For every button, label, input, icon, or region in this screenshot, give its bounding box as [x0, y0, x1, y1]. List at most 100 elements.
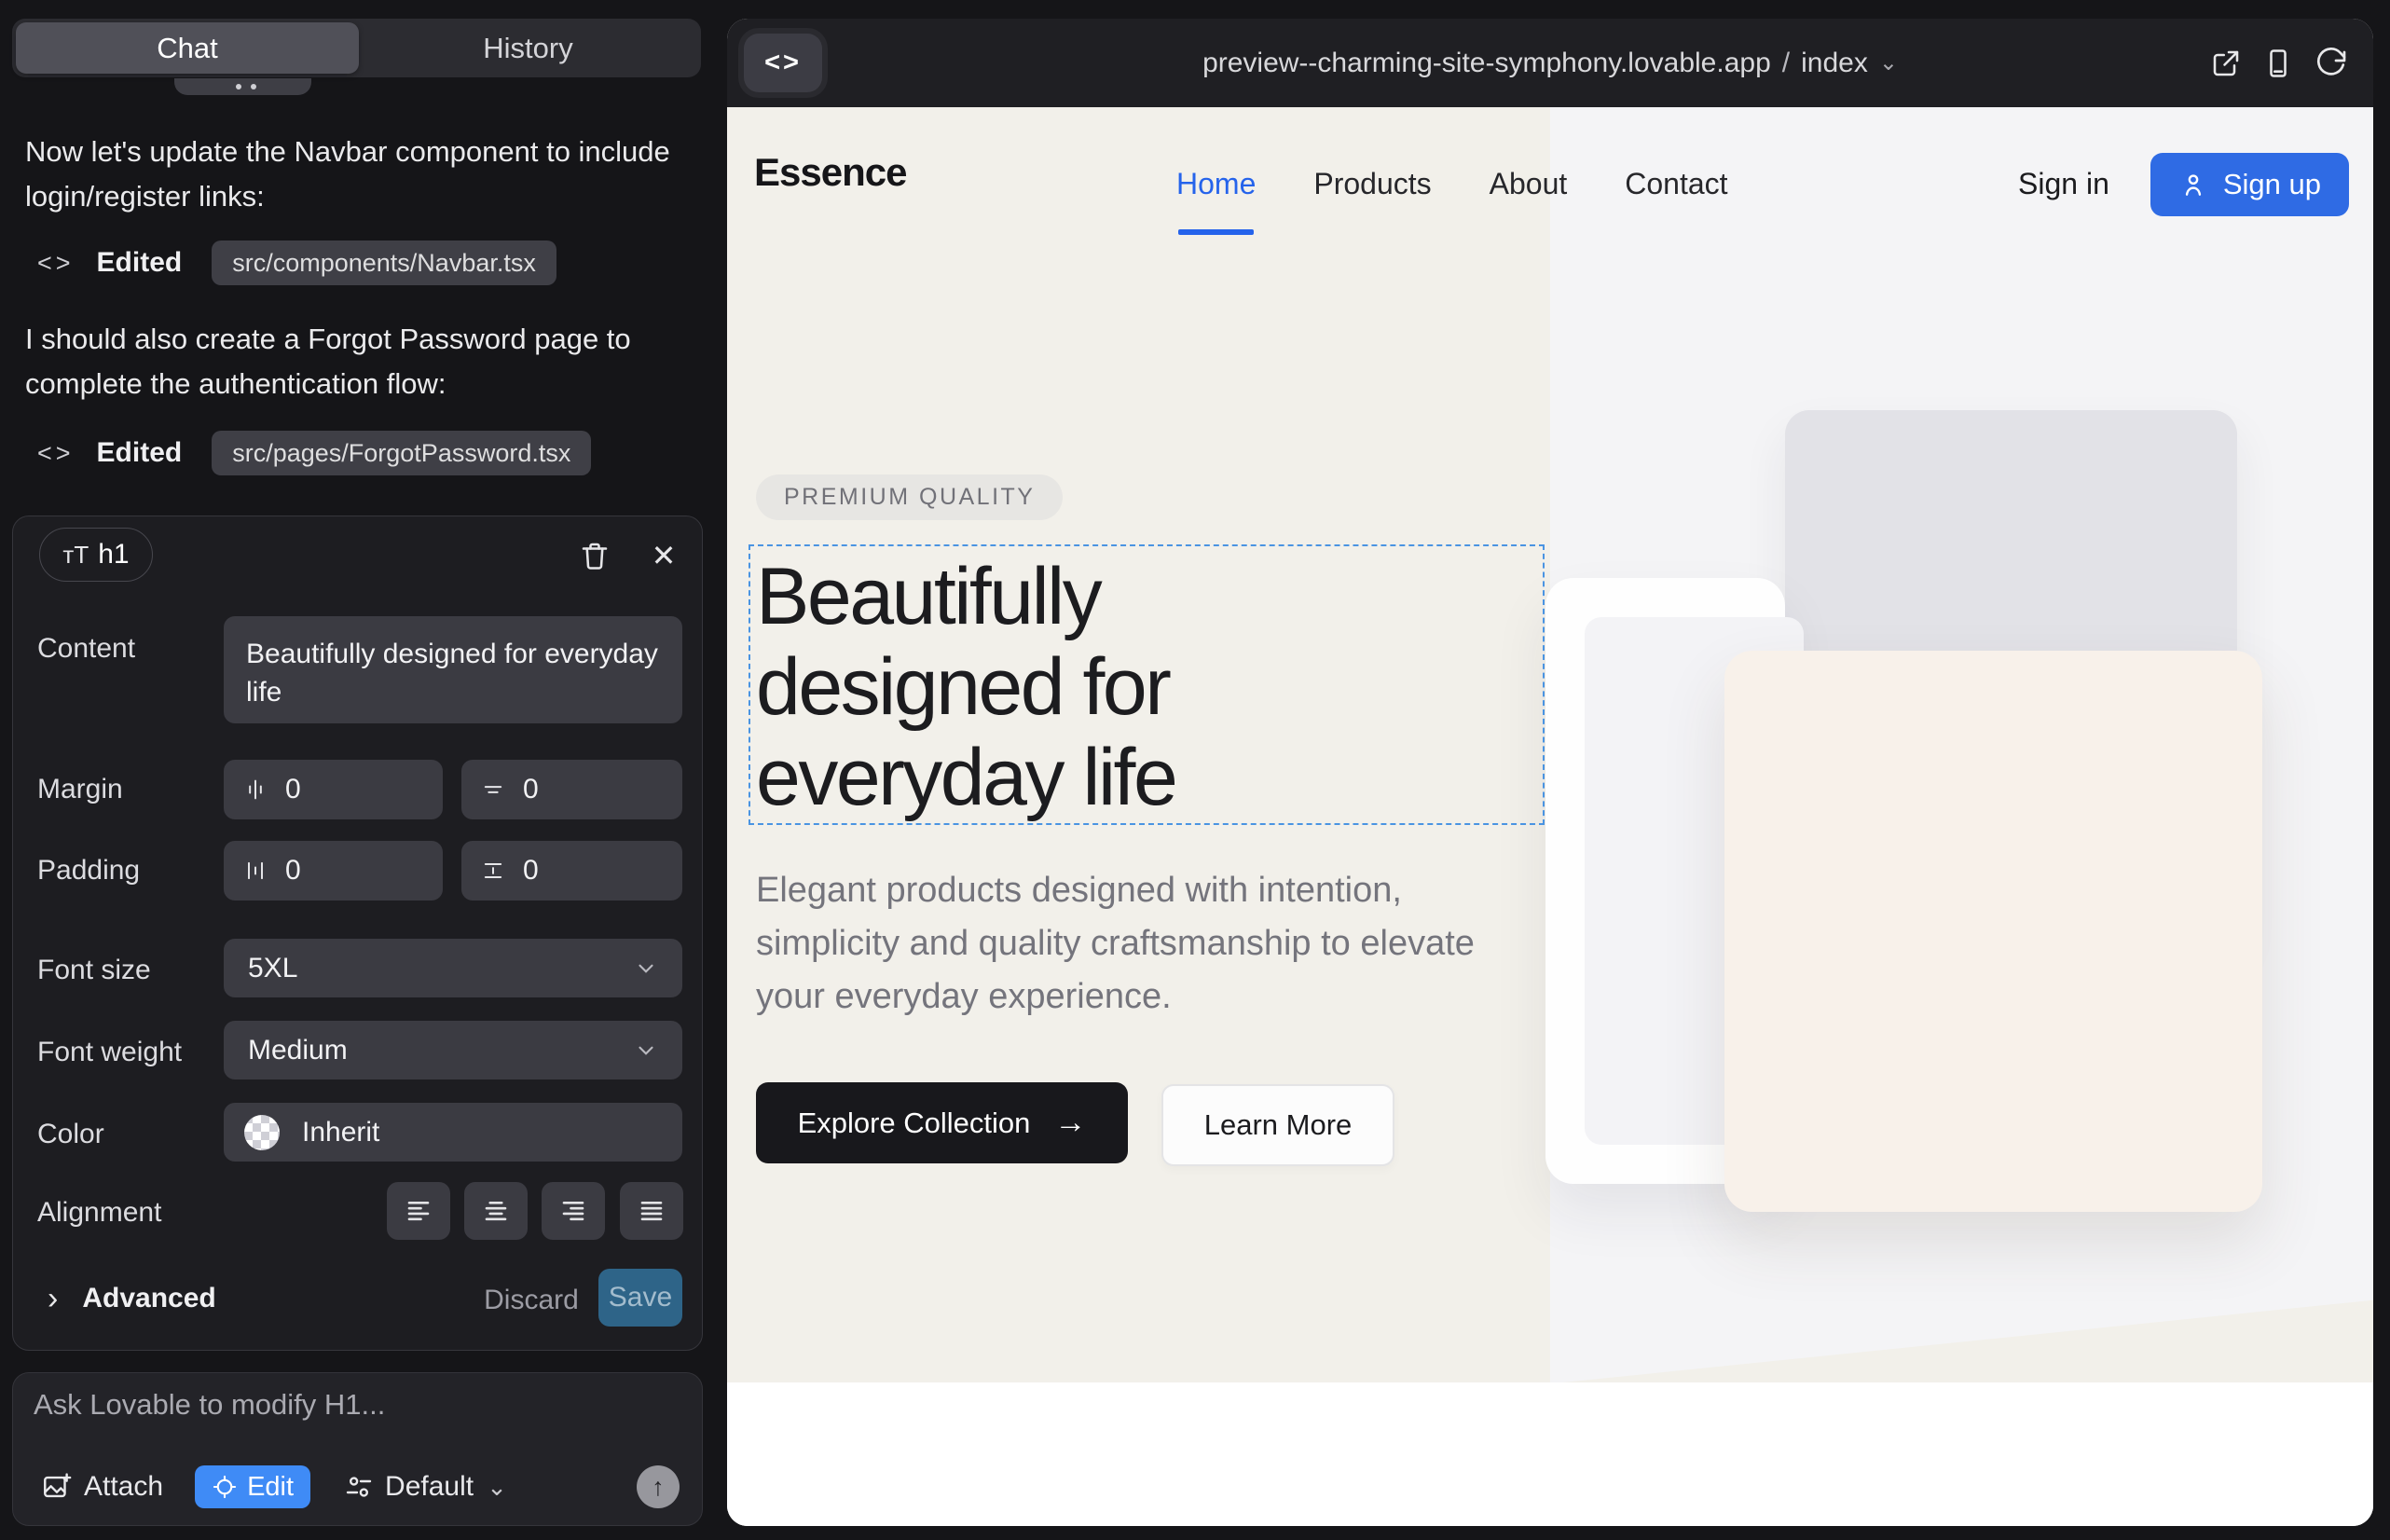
chat-message: I should also create a Forgot Password p… [25, 317, 682, 406]
align-center-button[interactable] [464, 1182, 528, 1240]
tab-chat-label[interactable]: Chat [16, 22, 359, 74]
margin-y-field[interactable] [461, 760, 682, 819]
element-tag-pill: тT h1 [39, 528, 153, 582]
learn-more-button[interactable]: Learn More [1161, 1084, 1394, 1166]
alignment-label: Alignment [37, 1197, 161, 1229]
hero-badge: PREMIUM QUALITY [756, 474, 1063, 520]
chat-message: Now let's update the Navbar component to… [25, 130, 682, 219]
url-host: preview--charming-site-symphony.lovable.… [1202, 48, 1771, 79]
font-weight-select[interactable]: Medium [224, 1021, 682, 1079]
padding-y-input[interactable] [523, 855, 598, 887]
padding-x-field[interactable] [224, 841, 443, 901]
font-size-label: Font size [37, 955, 151, 986]
align-center-icon [482, 1197, 510, 1225]
font-size-value: 5XL [248, 953, 297, 984]
open-in-new-tab-button[interactable] [2207, 45, 2245, 82]
margin-vertical-icon [480, 777, 506, 803]
transparency-swatch-icon [244, 1115, 280, 1150]
decorative-card-beige [1724, 651, 2262, 1212]
discard-button[interactable]: Discard [479, 1285, 584, 1316]
chevron-down-icon [634, 956, 658, 981]
nav-link-products[interactable]: Products [1313, 167, 1431, 201]
color-label: Color [37, 1119, 104, 1150]
padding-x-input[interactable] [285, 855, 360, 887]
margin-x-input[interactable] [285, 774, 360, 805]
arrow-right-icon: → [1054, 1105, 1086, 1141]
chevron-down-icon: ⌄ [487, 1478, 507, 1496]
code-icon: <> [37, 439, 75, 468]
delete-element-button[interactable] [574, 535, 615, 576]
attach-image-icon [41, 1471, 73, 1503]
edit-label: Edit [247, 1472, 294, 1503]
align-left-button[interactable] [387, 1182, 450, 1240]
section-below-hero [727, 1382, 2373, 1526]
sign-up-label: Sign up [2223, 168, 2321, 201]
mode-select[interactable]: Default ⌄ [344, 1471, 507, 1503]
advanced-label: Advanced [82, 1283, 215, 1314]
margin-label: Margin [37, 774, 123, 805]
padding-horizontal-icon [242, 858, 268, 884]
close-panel-button[interactable]: ✕ [643, 535, 684, 576]
mobile-view-button[interactable] [2260, 45, 2297, 82]
code-icon: <> [37, 249, 75, 278]
sign-up-button[interactable]: Sign up [2150, 153, 2349, 216]
type-icon: тT [62, 541, 89, 570]
site-auth: Sign in Sign up [2018, 107, 2349, 261]
code-icon: <> [764, 48, 802, 78]
nav-link-about[interactable]: About [1490, 167, 1568, 201]
edited-label: Edited [97, 437, 183, 469]
code-view-toggle[interactable]: <> [744, 34, 822, 92]
align-right-button[interactable] [542, 1182, 605, 1240]
sign-in-link[interactable]: Sign in [2018, 167, 2109, 201]
explore-collection-label: Explore Collection [798, 1107, 1031, 1140]
align-right-icon [559, 1197, 587, 1225]
attach-label: Attach [84, 1471, 163, 1503]
align-justify-button[interactable] [620, 1182, 683, 1240]
site-preview: Essence Home Products About Contact Sign… [727, 107, 2373, 1526]
send-button[interactable]: ↑ [637, 1465, 680, 1508]
file-chip[interactable]: src/pages/ForgotPassword.tsx [212, 431, 591, 475]
nav-link-contact[interactable]: Contact [1625, 167, 1727, 201]
chat-history-tabbar: Chat History [12, 19, 701, 77]
chevron-down-icon [634, 1038, 658, 1063]
margin-x-field[interactable] [224, 760, 443, 819]
refresh-button[interactable] [2312, 45, 2349, 82]
smartphone-icon [2261, 47, 2295, 80]
font-size-select[interactable]: 5XL [224, 939, 682, 997]
content-label: Content [37, 633, 135, 665]
padding-vertical-icon [480, 858, 506, 884]
color-field[interactable]: Inherit [224, 1103, 682, 1162]
margin-y-input[interactable] [523, 774, 598, 805]
site-logo[interactable]: Essence [754, 150, 906, 195]
save-button[interactable]: Save [598, 1269, 682, 1327]
trash-icon [578, 539, 611, 572]
refresh-icon [2314, 47, 2347, 80]
element-editor-panel: тT h1 ✕ Content Beautifully designed for… [12, 516, 703, 1351]
arrow-up-icon: ↑ [652, 1473, 665, 1502]
color-value: Inherit [302, 1117, 379, 1148]
chevron-right-icon: › [48, 1285, 58, 1313]
padding-y-field[interactable] [461, 841, 682, 901]
composer-input[interactable] [34, 1388, 677, 1457]
advanced-toggle[interactable]: › Advanced [48, 1283, 216, 1314]
tab-history[interactable]: History [359, 22, 697, 74]
preview-url[interactable]: preview--charming-site-symphony.lovable.… [727, 19, 2373, 107]
edited-label: Edited [97, 247, 183, 279]
hero-description[interactable]: Elegant products designed with intention… [756, 864, 1492, 1024]
margin-horizontal-icon [242, 777, 268, 803]
hero-heading[interactable]: Beautifully designed for everyday life [756, 552, 1371, 823]
chevron-down-icon: ⌄ [1879, 57, 1898, 70]
align-left-icon [405, 1197, 433, 1225]
align-justify-icon [638, 1197, 666, 1225]
content-input[interactable]: Beautifully designed for everyday life [224, 616, 682, 723]
chat-composer: Attach Edit Default ⌄ [12, 1372, 703, 1526]
attach-button[interactable]: Attach [41, 1471, 163, 1503]
file-chip[interactable]: src/components/Navbar.tsx [212, 241, 556, 285]
sliders-icon [344, 1472, 374, 1502]
preview-toolbar: preview--charming-site-symphony.lovable.… [727, 19, 2373, 107]
element-tag-name: h1 [98, 539, 129, 571]
nav-link-home[interactable]: Home [1176, 167, 1256, 201]
explore-collection-button[interactable]: Explore Collection → [756, 1082, 1128, 1163]
edit-mode-button[interactable]: Edit [195, 1465, 310, 1508]
scrolled-chip-remnant [174, 78, 311, 95]
